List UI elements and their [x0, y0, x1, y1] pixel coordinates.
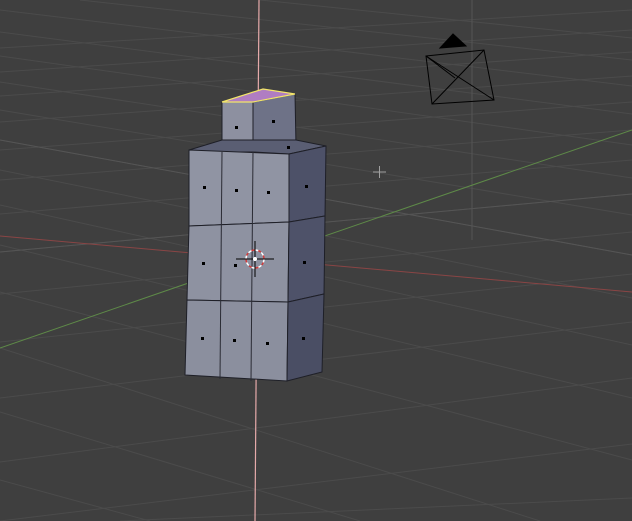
viewport-canvas[interactable]: [0, 0, 632, 521]
body-side-lower: [286, 293, 325, 382]
body-front-lower: [184, 299, 289, 382]
lamp-marker-icon[interactable]: [373, 166, 386, 178]
body-side-upper: [288, 145, 327, 223]
camera-icon[interactable]: [425, 33, 495, 105]
body-side-middle: [287, 215, 326, 303]
3d-viewport[interactable]: [0, 0, 632, 521]
